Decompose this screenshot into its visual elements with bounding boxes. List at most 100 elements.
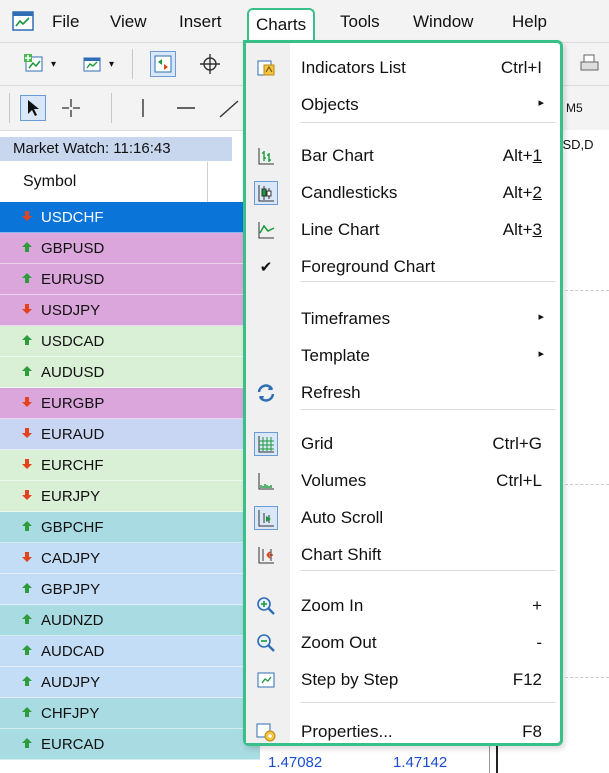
menu-charts[interactable]: Charts xyxy=(247,8,316,40)
menu-item-foreground-chart[interactable]: ✔ Foreground Chart xyxy=(246,250,560,284)
market-watch-toggle-icon[interactable] xyxy=(150,51,176,77)
menu-item-timeframes[interactable]: Timeframes ▸ xyxy=(246,302,560,336)
arrow-up-icon xyxy=(21,574,33,605)
bid-price: 1.47082 xyxy=(268,754,323,771)
crosshair-icon[interactable] xyxy=(197,51,223,77)
menu-item-label: Indicators List xyxy=(301,58,406,77)
menu-item-label: Zoom In xyxy=(301,596,364,615)
market-watch-row[interactable]: GBPJPY xyxy=(0,574,260,605)
menu-item-refresh[interactable]: Refresh xyxy=(246,376,560,410)
menu-item-shortcut: Alt+1 xyxy=(502,146,542,165)
menu-bar: File View Insert Charts Tools Window Hel… xyxy=(0,0,609,43)
symbol-name: CADJPY xyxy=(41,550,101,567)
menu-help[interactable]: Help xyxy=(512,11,547,33)
menu-item-objects[interactable]: Objects ▸ xyxy=(246,88,560,122)
chevron-down-icon[interactable]: ▾ xyxy=(109,59,114,70)
menu-item-zoom-in[interactable]: Zoom In + xyxy=(246,589,560,623)
symbol-name: AUDCAD xyxy=(41,643,105,660)
menu-item-zoom-out[interactable]: Zoom Out - xyxy=(246,626,560,660)
market-watch-row[interactable]: AUDNZD xyxy=(0,605,260,636)
menu-item-auto-scroll[interactable]: Auto Scroll xyxy=(246,501,560,535)
market-watch-row[interactable]: CADJPY xyxy=(0,543,260,574)
chevron-down-icon[interactable]: ▾ xyxy=(51,59,56,70)
arrow-up-icon xyxy=(21,636,33,667)
menu-view[interactable]: View xyxy=(110,11,147,33)
market-watch-row[interactable]: AUDCAD xyxy=(0,636,260,667)
arrow-down-icon xyxy=(21,202,33,233)
arrow-up-icon xyxy=(21,512,33,543)
arrow-up-icon xyxy=(21,605,33,636)
menu-item-bar-chart[interactable]: Bar Chart Alt+1 xyxy=(246,139,560,173)
properties-icon xyxy=(254,720,278,744)
symbol-name: EURCAD xyxy=(41,736,105,753)
market-watch-row[interactable]: EURGBP xyxy=(0,388,260,419)
menu-item-line-chart[interactable]: Line Chart Alt+3 xyxy=(246,213,560,247)
market-watch-row[interactable]: USDCAD xyxy=(0,326,260,357)
menu-item-label: Auto Scroll xyxy=(301,508,384,527)
arrow-up-icon xyxy=(21,667,33,698)
menu-item-step-by-step[interactable]: Step by Step F12 xyxy=(246,663,560,697)
grid-line xyxy=(565,677,609,679)
print-icon[interactable] xyxy=(577,51,603,77)
menu-item-shortcut: - xyxy=(536,633,542,652)
step-by-step-icon xyxy=(254,668,278,692)
charts-menu-dropdown: Indicators List Ctrl+I Objects ▸ Bar Chart Al… xyxy=(243,40,563,746)
grid-icon xyxy=(254,432,278,456)
market-watch-row[interactable]: AUDUSD xyxy=(0,357,260,388)
symbol-name: CHFJPY xyxy=(41,705,100,722)
profiles-icon[interactable] xyxy=(79,51,105,77)
market-watch-list: USDCHF GBPUSD EURUSD USDJPY USDCAD AUDUSD EURG… xyxy=(0,202,260,760)
menu-item-shortcut: Alt+2 xyxy=(502,183,542,202)
menu-item-indicators-list[interactable]: Indicators List Ctrl+I xyxy=(246,51,560,85)
indicators-list-icon xyxy=(254,56,278,80)
column-divider[interactable] xyxy=(207,162,208,202)
menu-file[interactable]: File xyxy=(52,11,79,33)
menu-separator xyxy=(301,122,555,123)
menu-item-volumes[interactable]: Volumes Ctrl+L xyxy=(246,464,560,498)
menu-item-chart-shift[interactable]: Chart Shift xyxy=(246,538,560,572)
market-watch-row[interactable]: EURUSD xyxy=(0,264,260,295)
arrow-up-icon xyxy=(21,729,33,760)
trendline-icon[interactable] xyxy=(216,95,242,121)
market-watch-row[interactable]: CHFJPY xyxy=(0,698,260,729)
submenu-arrow-icon: ▸ xyxy=(538,348,544,360)
volumes-icon xyxy=(254,469,278,493)
refresh-icon xyxy=(254,381,278,405)
market-watch-row[interactable]: USDJPY xyxy=(0,295,260,326)
arrow-down-icon xyxy=(21,419,33,450)
grid-line xyxy=(565,290,609,292)
new-chart-icon[interactable] xyxy=(22,51,48,77)
symbol-name: EURUSD xyxy=(41,271,105,288)
market-watch-row[interactable]: EURCAD xyxy=(0,729,260,760)
market-watch-row[interactable]: AUDJPY xyxy=(0,667,260,698)
market-watch-row[interactable]: EURJPY xyxy=(0,481,260,512)
column-symbol[interactable]: Symbol xyxy=(23,173,76,191)
menu-item-shortcut: F8 xyxy=(522,722,542,741)
crosshair-tool-icon[interactable] xyxy=(58,95,84,121)
symbol-name: EURAUD xyxy=(41,426,105,443)
menu-insert[interactable]: Insert xyxy=(179,11,222,33)
menu-item-label: Timeframes xyxy=(301,309,391,328)
horizontal-line-icon[interactable] xyxy=(173,95,199,121)
market-watch-row[interactable]: USDCHF xyxy=(0,202,260,233)
market-watch-row[interactable]: EURAUD xyxy=(0,419,260,450)
zoom-in-icon xyxy=(254,594,278,618)
menu-window[interactable]: Window xyxy=(413,11,473,33)
arrow-up-icon xyxy=(21,698,33,729)
vertical-line-icon[interactable] xyxy=(130,95,156,121)
market-watch-row[interactable]: GBPCHF xyxy=(0,512,260,543)
timeframe-m5-button[interactable]: M5 xyxy=(566,101,583,115)
menu-item-label: Grid xyxy=(301,434,334,453)
cursor-icon[interactable] xyxy=(20,95,46,121)
zoom-out-icon xyxy=(254,631,278,655)
symbol-name: GBPUSD xyxy=(41,240,105,257)
menu-item-properties[interactable]: Properties... F8 xyxy=(246,715,560,749)
menu-item-candlesticks[interactable]: Candlesticks Alt+2 xyxy=(246,176,560,210)
menu-item-grid[interactable]: Grid Ctrl+G xyxy=(246,427,560,461)
menu-item-template[interactable]: Template ▸ xyxy=(246,339,560,373)
arrow-down-icon xyxy=(21,450,33,481)
arrow-up-icon xyxy=(21,264,33,295)
market-watch-row[interactable]: GBPUSD xyxy=(0,233,260,264)
market-watch-row[interactable]: EURCHF xyxy=(0,450,260,481)
menu-tools[interactable]: Tools xyxy=(340,11,380,33)
